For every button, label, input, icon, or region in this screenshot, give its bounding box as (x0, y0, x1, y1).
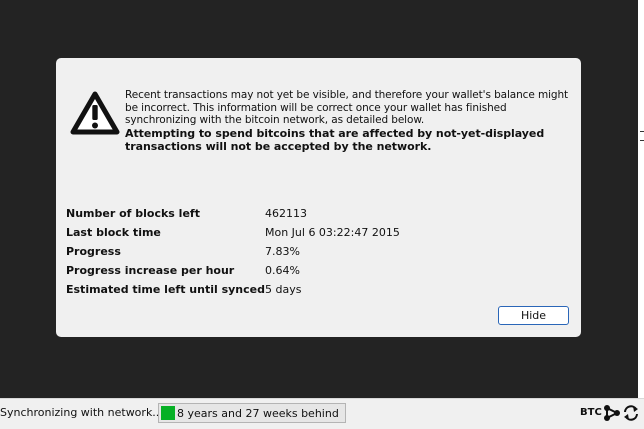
warning-icon (70, 91, 120, 135)
sync-row: Progress 7.83% (66, 242, 400, 261)
sync-row-label: Progress (66, 245, 121, 258)
sync-row-label: Last block time (66, 226, 161, 239)
sync-status-label: Synchronizing with network... (0, 406, 163, 419)
warning-text: Attempting to spend bitcoins that are af… (125, 126, 545, 153)
sync-message: Recent transactions may not yet be visib… (125, 89, 577, 153)
status-bar: Synchronizing with network... 8 years an… (0, 398, 644, 429)
sync-row: Estimated time left until synced 5 days (66, 280, 400, 299)
hide-button[interactable]: Hide (498, 306, 569, 325)
background-window-edge (638, 0, 644, 398)
sync-row: Number of blocks left 462113 (66, 204, 400, 223)
info-text: Recent transactions may not yet be visib… (125, 89, 569, 126)
edge-mark (640, 131, 644, 132)
sync-row-value: 5 days (264, 283, 302, 296)
sync-overlay-dialog: Recent transactions may not yet be visib… (56, 58, 581, 337)
network-icon[interactable] (603, 404, 621, 422)
sync-row-value: 0.64% (264, 264, 300, 277)
sync-row: Progress increase per hour 0.64% (66, 261, 400, 280)
progress-text: 8 years and 27 weeks behind (177, 407, 339, 420)
sync-icon[interactable] (622, 404, 640, 422)
sync-row-label: Progress increase per hour (66, 264, 235, 277)
sync-row-value: 462113 (264, 207, 307, 220)
sync-status-table: Number of blocks left 462113 Last block ti… (66, 204, 400, 299)
progress-fill (161, 406, 175, 420)
sync-row: Last block time Mon Jul 6 03:22:47 2015 (66, 223, 400, 242)
sync-progress-bar: 8 years and 27 weeks behind (158, 403, 346, 423)
sync-row-value: Mon Jul 6 03:22:47 2015 (264, 226, 400, 239)
sync-row-label: Estimated time left until synced (66, 283, 265, 296)
unit-label[interactable]: BTC (580, 407, 602, 418)
sync-row-value: 7.83% (264, 245, 300, 258)
edge-mark (640, 140, 644, 141)
sync-row-label: Number of blocks left (66, 207, 200, 220)
